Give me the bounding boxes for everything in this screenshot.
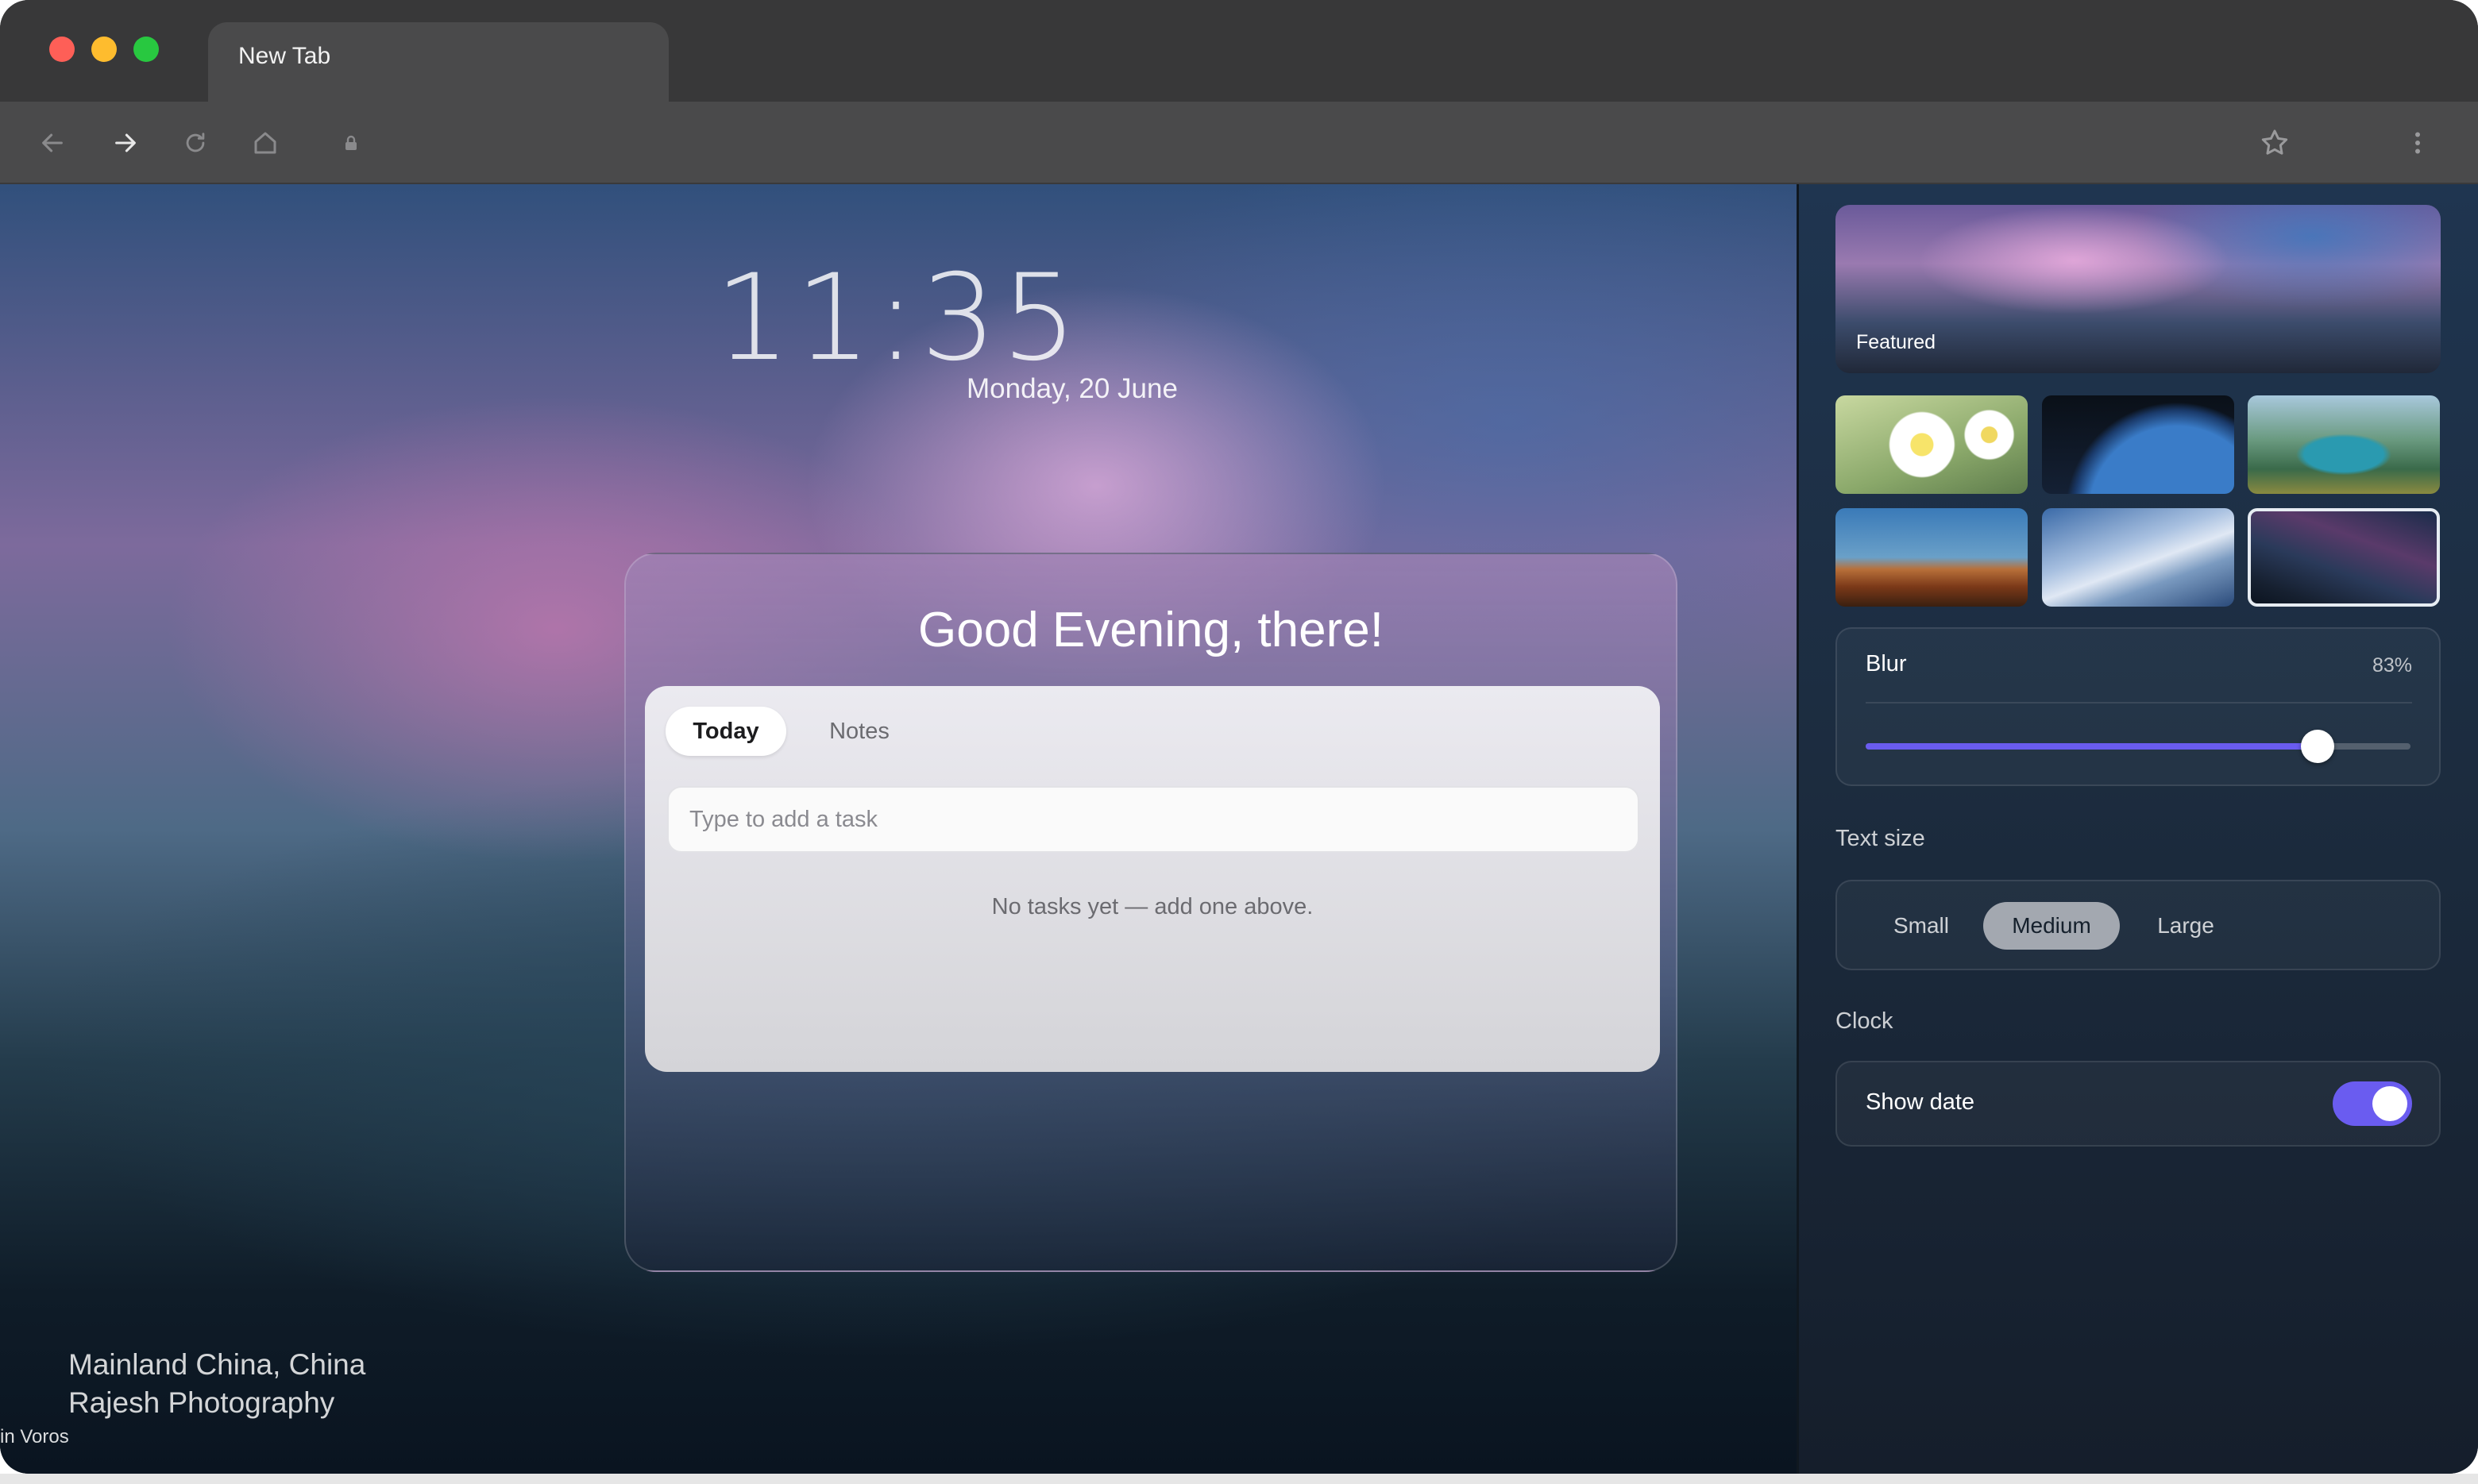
greeting-text: Good Evening, there!	[918, 603, 1384, 657]
title-bar: New Tab	[0, 0, 2478, 102]
zoom-window-button[interactable]	[133, 37, 159, 62]
greeting-card: Good Evening, there! Today Notes No task…	[624, 553, 1677, 1272]
home-icon[interactable]	[241, 119, 289, 167]
new-tab-page: 11:35 Monday, 20 June Good Evening, ther…	[0, 184, 1797, 1474]
back-arrow-icon[interactable]	[29, 119, 76, 167]
clock-section-label: Clock	[1835, 1008, 1893, 1034]
browser-toolbar	[0, 102, 2478, 184]
customize-panel: Featured Blur 83% Text size Small Medium…	[1797, 184, 2478, 1474]
reload-icon[interactable]	[172, 119, 219, 167]
blur-value: 83%	[2372, 654, 2412, 676]
task-input[interactable]	[667, 786, 1639, 853]
tasks-panel: Today Notes No tasks yet — add one above…	[645, 686, 1660, 1072]
more-vertical-icon[interactable]	[2394, 119, 2441, 167]
text-size-label: Text size	[1835, 826, 1925, 851]
wallpaper-desert-buttes[interactable]	[1835, 508, 2028, 607]
text-size-large-button[interactable]: Large	[2134, 902, 2237, 950]
wallpaper-milky-way-selected[interactable]	[2248, 508, 2440, 607]
blur-slider-fill	[1866, 743, 2318, 750]
tab-title: New Tab	[238, 43, 331, 69]
photo-source[interactable]: in Voros	[0, 1426, 69, 1448]
blur-label: Blur	[1866, 651, 1907, 676]
featured-label: Featured	[1856, 331, 1936, 353]
text-size-small-button[interactable]: Small	[1874, 902, 1969, 950]
photo-author[interactable]: Rajesh Photography	[68, 1386, 334, 1420]
window-shadow-strip	[0, 1474, 2478, 1484]
empty-tasks-message: No tasks yet — add one above.	[991, 894, 1314, 919]
lock-icon	[327, 119, 375, 167]
divider	[1866, 702, 2412, 703]
text-size-selector: Small Medium Large	[1835, 880, 2441, 970]
browser-window: New Tab 11:35 Monday, 20 June Good Eveni…	[0, 0, 2478, 1474]
tab-today[interactable]: Today	[666, 707, 786, 756]
close-window-button[interactable]	[49, 37, 75, 62]
blur-setting: Blur 83%	[1835, 627, 2441, 786]
show-date-toggle[interactable]	[2333, 1081, 2412, 1126]
tab-new-tab[interactable]: New Tab	[208, 22, 669, 102]
blur-slider[interactable]	[1866, 730, 2410, 763]
show-date-label: Show date	[1866, 1089, 1975, 1115]
wallpaper-snowy-peaks[interactable]	[2042, 508, 2234, 607]
text-size-medium-button[interactable]: Medium	[1983, 902, 2120, 950]
star-icon[interactable]	[2251, 119, 2299, 167]
toggle-knob	[2372, 1086, 2407, 1121]
forward-arrow-icon[interactable]	[102, 119, 149, 167]
blur-slider-handle[interactable]	[2301, 730, 2335, 763]
wallpaper-daisies[interactable]	[1835, 395, 2028, 494]
wallpaper-earth[interactable]	[2042, 395, 2234, 494]
minimize-window-button[interactable]	[91, 37, 117, 62]
featured-wallpaper[interactable]: Featured	[1835, 205, 2441, 373]
wallpaper-lake[interactable]	[2248, 395, 2440, 494]
tab-notes[interactable]: Notes	[804, 707, 915, 756]
clock-date: Monday, 20 June	[967, 373, 1178, 404]
show-date-setting: Show date	[1835, 1061, 2441, 1147]
photo-location[interactable]: Mainland China, China	[68, 1348, 365, 1382]
clock-time: 11:35	[714, 249, 1083, 387]
